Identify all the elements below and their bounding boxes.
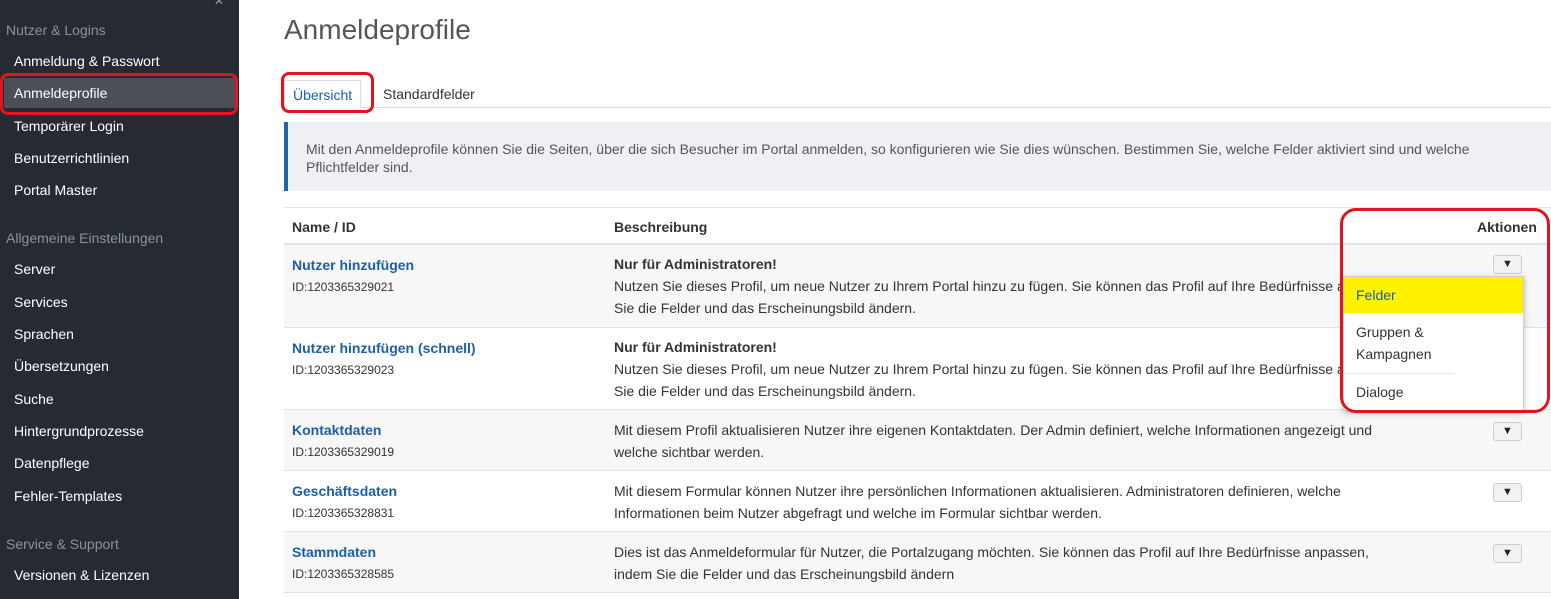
tab-bar: Übersicht Standardfelder [284,80,1551,109]
table-row: Geschäftsdaten ID:1203365328831 Mit dies… [284,471,1551,532]
page-title: Anmeldeprofile [284,14,471,45]
sidebar-item-anmeldeprofile[interactable]: Anmeldeprofile [4,78,235,108]
dropdown-item-dialoge[interactable]: Dialoge [1344,374,1523,410]
sidebar-item-temporaerer-login[interactable]: Temporärer Login [0,111,239,141]
profile-description: Nur für Administratoren! Nutzen Sie dies… [614,253,1444,319]
pin-icon[interactable]: ✕ [214,0,224,8]
sidebar-item-server[interactable]: Server [0,254,239,284]
description-text: Nutzen Sie dieses Profil, um neue Nutzer… [614,361,1444,399]
dropdown-item-felder[interactable]: Felder [1344,277,1523,313]
description-text: Nutzen Sie dieses Profil, um neue Nutzer… [614,278,1444,316]
tab-standardfelder[interactable]: Standardfelder [375,80,483,108]
tab-uebersicht[interactable]: Übersicht [284,80,362,109]
profile-name-link[interactable]: Geschäftsdaten [292,483,397,499]
sidebar-item-suche[interactable]: Suche [0,384,239,414]
sidebar-section-title: Allgemeine Einstellungen [6,230,164,246]
sidebar-section-title: Nutzer & Logins [6,22,106,38]
profile-description: Nur für Administratoren! Nutzen Sie dies… [614,336,1444,402]
sidebar-item-fehler-templates[interactable]: Fehler-Templates [0,481,239,511]
profile-id: ID:1203365328831 [292,506,395,520]
chevron-down-icon: ▼ [1502,486,1513,498]
description-bold: Nur für Administratoren! [614,256,777,272]
profile-name-link[interactable]: Stammdaten [292,544,376,560]
sidebar-item-hintergrundprozesse[interactable]: Hintergrundprozesse [0,416,239,446]
info-box: Mit den Anmeldeprofile können Sie die Se… [284,122,1551,191]
chevron-down-icon: ▼ [1502,547,1513,559]
sidebar-item-uebersetzungen[interactable]: Übersetzungen [0,351,239,381]
table-row: Kontaktdaten ID:1203365329019 Mit diesem… [284,410,1551,471]
sidebar-item-benutzerrichtlinien[interactable]: Benutzerrichtlinien [0,143,239,173]
profile-id: ID:1203365328585 [292,567,395,581]
table-row: Stammdaten ID:1203365328585 Dies ist das… [284,532,1551,593]
header-actions: Aktionen [1477,219,1537,235]
sidebar-item-sprachen[interactable]: Sprachen [0,319,239,349]
sidebar-item-datenpflege[interactable]: Datenpflege [0,448,239,478]
actions-dropdown-menu: Felder Gruppen & Kampagnen Dialoge [1343,276,1524,411]
profile-name-link[interactable]: Nutzer hinzufügen (schnell) [292,340,476,356]
header-description: Beschreibung [614,219,708,235]
profile-description: Mit diesem Profil aktualisieren Nutzer i… [614,422,1372,460]
profile-description: Mit diesem Formular können Nutzer ihre p… [614,483,1341,521]
actions-dropdown-button[interactable]: ▼ [1493,483,1522,502]
actions-dropdown-button[interactable]: ▼ [1493,544,1522,563]
profile-name-link[interactable]: Kontaktdaten [292,422,381,438]
table-header: Name / ID Beschreibung Aktionen [284,207,1551,245]
profile-name-link[interactable]: Nutzer hinzufügen [292,257,414,273]
dropdown-item-gruppen-kampagnen[interactable]: Gruppen & Kampagnen [1344,313,1454,374]
sidebar: ✕ Nutzer & Logins Anmeldung & Passwort A… [0,0,239,599]
actions-dropdown-button[interactable]: ▼ [1493,422,1522,441]
sidebar-item-versionen-lizenzen[interactable]: Versionen & Lizenzen [0,560,239,590]
description-bold: Nur für Administratoren! [614,339,777,355]
sidebar-item-services[interactable]: Services [0,287,239,317]
profile-id: ID:1203365329021 [292,280,395,294]
profile-id: ID:1203365329023 [292,363,395,377]
profile-description: Dies ist das Anmeldeformular für Nutzer,… [614,544,1369,582]
sidebar-section-title: Service & Support [6,536,119,552]
header-name: Name / ID [292,219,356,235]
profile-id: ID:1203365329019 [292,445,395,459]
chevron-down-icon: ▼ [1502,425,1513,437]
actions-dropdown-button[interactable]: ▼ [1493,255,1522,274]
sidebar-item-anmeldung-passwort[interactable]: Anmeldung & Passwort [0,46,239,76]
sidebar-item-portal-master[interactable]: Portal Master [0,175,239,205]
chevron-down-icon: ▼ [1502,258,1513,270]
